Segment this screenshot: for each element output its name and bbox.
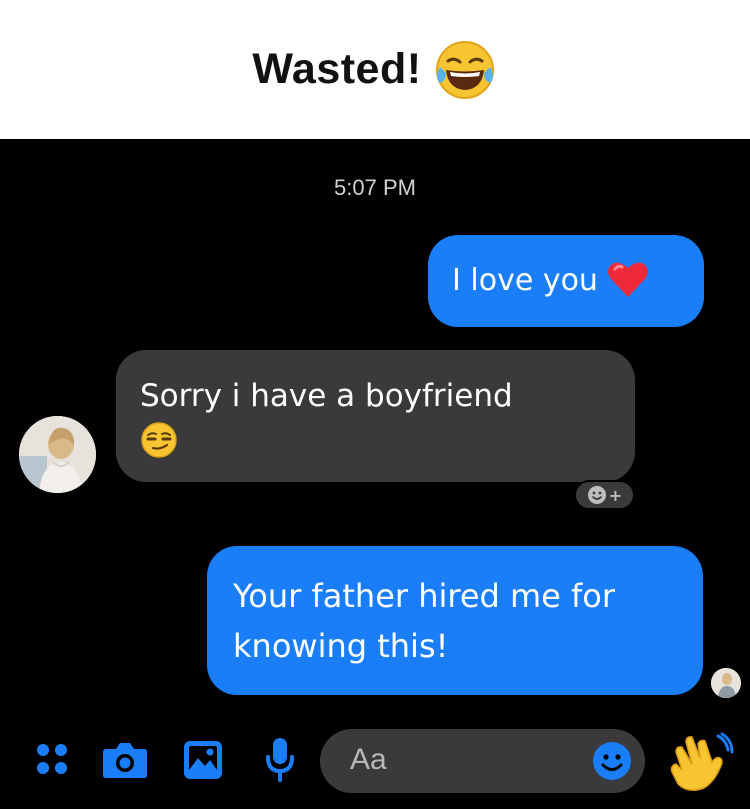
plus-icon: + — [608, 485, 623, 505]
gallery-icon[interactable] — [183, 740, 223, 780]
message-text: I love you — [452, 263, 598, 298]
contact-avatar[interactable] — [19, 416, 96, 493]
message-composer — [0, 729, 750, 809]
tears-of-joy-emoji — [435, 40, 494, 99]
smirking-face-emoji — [141, 422, 177, 458]
message-input[interactable] — [350, 743, 570, 777]
chat-thread: 5:07 PM I love you Sorry i have a boyfri… — [0, 139, 750, 809]
outgoing-message-bubble[interactable]: I love you — [428, 235, 704, 327]
outgoing-message-bubble[interactable]: Your father hired me for knowing this! — [207, 546, 703, 695]
message-timestamp: 5:07 PM — [334, 175, 416, 200]
caption-title: Wasted! — [252, 45, 422, 93]
smiley-icon — [587, 486, 606, 504]
message-text-line: knowing this! — [233, 626, 449, 665]
contact-avatar-image — [19, 416, 96, 493]
message-input-pill[interactable] — [320, 729, 645, 793]
incoming-message-bubble[interactable]: Sorry i have a boyfriend — [116, 350, 635, 482]
message-text: Sorry i have a boyfriend — [140, 378, 513, 414]
seen-receipt-avatar-image — [711, 668, 741, 698]
microphone-icon[interactable] — [265, 737, 295, 783]
message-text-line: Your father hired me for — [233, 577, 616, 615]
add-reaction-button[interactable]: + — [574, 480, 635, 510]
camera-icon[interactable] — [102, 741, 148, 779]
seen-receipt-avatar — [711, 668, 741, 698]
red-heart-emoji — [607, 262, 648, 297]
emoji-icon[interactable] — [592, 741, 632, 781]
waving-hand-icon[interactable] — [668, 732, 734, 794]
menu-dots-icon[interactable] — [36, 743, 68, 775]
caption-header: Wasted! — [0, 0, 750, 139]
